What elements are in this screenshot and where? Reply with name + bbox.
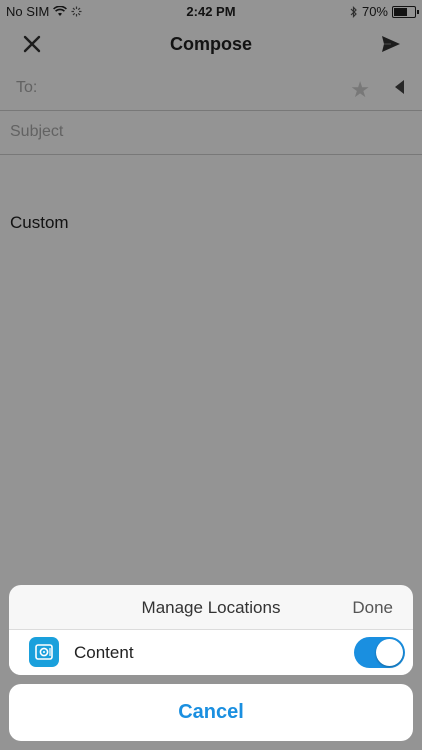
cancel-label: Cancel [178, 701, 244, 723]
done-button[interactable]: Done [352, 598, 393, 618]
manage-locations-sheet: Manage Locations Done Content [9, 585, 413, 675]
location-toggle[interactable] [354, 637, 405, 668]
toggle-knob [376, 639, 403, 666]
location-row-content[interactable]: Content [9, 630, 413, 675]
cancel-button[interactable]: Cancel [9, 684, 413, 741]
location-label: Content [74, 643, 134, 662]
sheet-header: Manage Locations Done [9, 585, 413, 630]
storage-icon [29, 637, 59, 667]
